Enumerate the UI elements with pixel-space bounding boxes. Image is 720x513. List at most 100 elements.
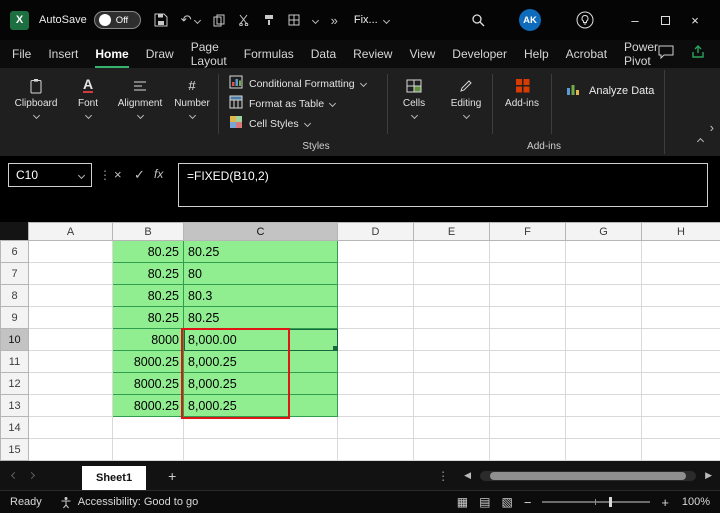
cell-F10[interactable]	[490, 329, 566, 351]
page-break-view-button[interactable]: ▧	[501, 495, 512, 509]
cell-G8[interactable]	[566, 285, 642, 307]
ribbon-overflow-button[interactable]: ›	[710, 120, 714, 135]
cell-B11[interactable]: 8000.25	[113, 351, 184, 373]
zoom-slider[interactable]	[542, 501, 650, 503]
row-header-10[interactable]: 10	[1, 329, 29, 351]
scroll-right-button[interactable]: ▶	[705, 470, 712, 481]
cell-G15[interactable]	[566, 439, 642, 461]
undo-button[interactable]: ↶	[181, 12, 200, 28]
cell-H13[interactable]	[642, 395, 720, 417]
maximize-button[interactable]	[650, 13, 680, 28]
cell-E15[interactable]	[414, 439, 490, 461]
cell-D9[interactable]	[338, 307, 414, 329]
row-header-12[interactable]: 12	[1, 373, 29, 395]
cell-H8[interactable]	[642, 285, 720, 307]
cell-F13[interactable]	[490, 395, 566, 417]
zoom-out-button[interactable]: −	[524, 495, 532, 510]
cell-G9[interactable]	[566, 307, 642, 329]
cell-G11[interactable]	[566, 351, 642, 373]
cell-G13[interactable]	[566, 395, 642, 417]
excel-logo-icon[interactable]: X	[10, 11, 29, 30]
cell-D10[interactable]	[338, 329, 414, 351]
menu-tab-formulas[interactable]: Formulas	[244, 40, 294, 68]
column-header-G[interactable]: G	[566, 223, 642, 241]
cell-E13[interactable]	[414, 395, 490, 417]
cell-C11[interactable]: 8,000.25	[184, 351, 338, 373]
cell-E9[interactable]	[414, 307, 490, 329]
formula-bar-handle[interactable]: ⋮	[99, 168, 111, 182]
cell-E10[interactable]	[414, 329, 490, 351]
menu-tab-review[interactable]: Review	[353, 40, 392, 68]
cell-H12[interactable]	[642, 373, 720, 395]
cell-F12[interactable]	[490, 373, 566, 395]
autosave-toggle[interactable]: Off	[94, 11, 141, 29]
number-group-button[interactable]: # Number	[166, 68, 218, 118]
cell-B12[interactable]: 8000.25	[113, 373, 184, 395]
select-all-corner[interactable]	[1, 223, 29, 241]
analyze-data-button[interactable]: Analyze Data	[552, 68, 654, 99]
cell-F14[interactable]	[490, 417, 566, 439]
menu-tab-acrobat[interactable]: Acrobat	[566, 40, 607, 68]
menu-tab-page-layout[interactable]: Page Layout	[191, 40, 227, 68]
accessibility-status[interactable]: Accessibility: Good to go	[60, 496, 198, 509]
cell-A8[interactable]	[29, 285, 113, 307]
minimize-button[interactable]: –	[620, 13, 650, 28]
cell-D8[interactable]	[338, 285, 414, 307]
menu-tab-data[interactable]: Data	[311, 40, 336, 68]
share-button[interactable]	[690, 45, 706, 64]
new-sheet-button[interactable]: +	[168, 468, 176, 484]
zoom-in-button[interactable]: +	[661, 495, 669, 510]
cell-F8[interactable]	[490, 285, 566, 307]
menu-tab-file[interactable]: File	[12, 40, 31, 68]
cell-H6[interactable]	[642, 241, 720, 263]
row-header-11[interactable]: 11	[1, 351, 29, 373]
cell-B13[interactable]: 8000.25	[113, 395, 184, 417]
prev-sheet-icon[interactable]	[11, 472, 18, 479]
cell-B7[interactable]: 80.25	[113, 263, 184, 285]
tell-me-button[interactable]	[576, 11, 594, 29]
cell-A11[interactable]	[29, 351, 113, 373]
cell-E8[interactable]	[414, 285, 490, 307]
cell-styles-button[interactable]: Cell Styles	[229, 115, 387, 132]
search-button[interactable]	[471, 13, 485, 27]
cell-C9[interactable]: 80.25	[184, 307, 338, 329]
cell-D13[interactable]	[338, 395, 414, 417]
cell-D15[interactable]	[338, 439, 414, 461]
cell-B10[interactable]: 8000	[113, 329, 184, 351]
cell-B6[interactable]: 80.25	[113, 241, 184, 263]
cell-G10[interactable]	[566, 329, 642, 351]
cell-F9[interactable]	[490, 307, 566, 329]
cell-D7[interactable]	[338, 263, 414, 285]
row-header-7[interactable]: 7	[1, 263, 29, 285]
document-name[interactable]: Fix...	[354, 14, 389, 26]
zoom-slider-thumb[interactable]	[609, 497, 612, 507]
row-header-9[interactable]: 9	[1, 307, 29, 329]
comments-button[interactable]	[658, 45, 674, 64]
formula-input[interactable]: =FIXED(B10,2)	[178, 163, 708, 207]
cell-E7[interactable]	[414, 263, 490, 285]
scroll-left-button[interactable]: ◀	[464, 470, 471, 481]
cancel-button[interactable]: ×	[114, 167, 122, 182]
cell-H11[interactable]	[642, 351, 720, 373]
horizontal-scrollbar[interactable]	[480, 471, 696, 481]
sheet-tab-sheet1[interactable]: Sheet1	[82, 466, 146, 490]
cell-A12[interactable]	[29, 373, 113, 395]
cell-G6[interactable]	[566, 241, 642, 263]
cell-F11[interactable]	[490, 351, 566, 373]
qat-overflow-button[interactable]: »	[331, 13, 338, 28]
row-header-8[interactable]: 8	[1, 285, 29, 307]
column-header-B[interactable]: B	[113, 223, 184, 241]
enter-button[interactable]: ✓	[134, 167, 145, 183]
cell-H10[interactable]	[642, 329, 720, 351]
horizontal-scrollbar-thumb[interactable]	[490, 472, 686, 480]
cell-A10[interactable]	[29, 329, 113, 351]
cell-F7[interactable]	[490, 263, 566, 285]
column-header-A[interactable]: A	[29, 223, 113, 241]
cell-H9[interactable]	[642, 307, 720, 329]
column-header-F[interactable]: F	[490, 223, 566, 241]
cell-E11[interactable]	[414, 351, 490, 373]
page-layout-view-button[interactable]: ▤	[479, 495, 490, 509]
user-avatar[interactable]: AK	[519, 9, 541, 31]
cell-D12[interactable]	[338, 373, 414, 395]
save-icon[interactable]	[154, 13, 168, 27]
